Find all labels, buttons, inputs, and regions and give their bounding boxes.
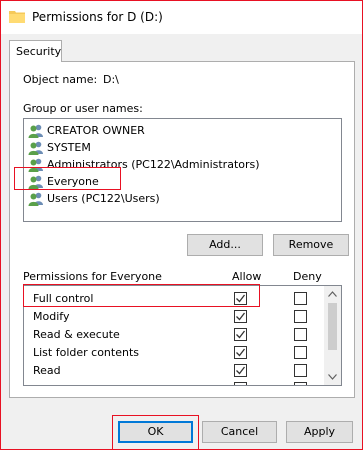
permission-row-read-execute: Read & execute <box>24 326 326 344</box>
permission-name: Read & execute <box>33 328 120 341</box>
permission-row-list-folder-contents: List folder contents <box>24 344 326 362</box>
title-bar[interactable]: Permissions for D (D:) <box>1 1 362 34</box>
chevron-down-icon[interactable] <box>328 374 337 380</box>
users-group-icon <box>28 124 43 138</box>
folder-icon <box>9 11 25 23</box>
cancel-button[interactable]: Cancel <box>202 421 277 443</box>
permissions-dialog: Permissions for D (D:) Security Object n… <box>0 0 363 450</box>
permissions-label: Permissions for Everyone <box>23 270 162 283</box>
user-name: Users (PC122\Users) <box>47 192 160 205</box>
highlight-everyone <box>14 167 121 190</box>
list-item-creator-owner[interactable]: CREATOR OWNER <box>28 122 145 139</box>
group-list-label: Group or user names: <box>23 102 143 115</box>
tab-security[interactable]: Security <box>9 40 62 62</box>
check-icon <box>236 312 246 321</box>
chevron-up-icon[interactable] <box>328 291 337 297</box>
deny-checkbox[interactable] <box>294 364 307 377</box>
user-name: CREATOR OWNER <box>47 124 145 137</box>
check-icon <box>236 348 246 357</box>
permission-name: Modify <box>33 310 70 323</box>
remove-button[interactable]: Remove <box>273 234 349 256</box>
allow-checkbox[interactable] <box>234 346 247 359</box>
check-icon <box>236 366 246 375</box>
allow-checkbox[interactable] <box>234 328 247 341</box>
apply-button[interactable]: Apply <box>286 421 353 443</box>
group-list-label-text: Group or user names: <box>23 102 143 115</box>
permission-row-read: Read <box>24 362 326 380</box>
list-item-users[interactable]: Users (PC122\Users) <box>28 190 160 207</box>
add-button[interactable]: Add... <box>187 234 263 256</box>
allow-checkbox[interactable] <box>234 382 247 385</box>
allow-column-header: Allow <box>232 270 262 283</box>
list-item-system[interactable]: SYSTEM <box>28 139 91 156</box>
permission-row-partial <box>24 380 326 385</box>
users-group-icon <box>28 192 43 206</box>
permission-name: Read <box>33 364 61 377</box>
highlight-full-control <box>23 284 260 307</box>
user-name: SYSTEM <box>47 141 91 154</box>
deny-checkbox[interactable] <box>294 328 307 341</box>
permissions-scrollbar[interactable] <box>324 286 341 385</box>
object-name-label: Object name: <box>23 73 98 86</box>
deny-checkbox[interactable] <box>294 346 307 359</box>
deny-checkbox[interactable] <box>294 382 307 385</box>
check-icon <box>236 330 246 339</box>
window-title: Permissions for D (D:) <box>32 10 163 24</box>
deny-column-header: Deny <box>293 270 322 283</box>
permission-row-modify: Modify <box>24 308 326 326</box>
scrollbar-thumb[interactable] <box>328 303 337 350</box>
deny-checkbox[interactable] <box>294 292 307 305</box>
users-group-icon <box>28 141 43 155</box>
deny-checkbox[interactable] <box>294 310 307 323</box>
allow-checkbox[interactable] <box>234 310 247 323</box>
security-panel: Object name: D:\ Group or user names: CR… <box>9 61 355 398</box>
permission-name: List folder contents <box>33 346 139 359</box>
allow-checkbox[interactable] <box>234 364 247 377</box>
object-name-value: D:\ <box>103 73 119 86</box>
highlight-ok-button <box>112 415 199 450</box>
